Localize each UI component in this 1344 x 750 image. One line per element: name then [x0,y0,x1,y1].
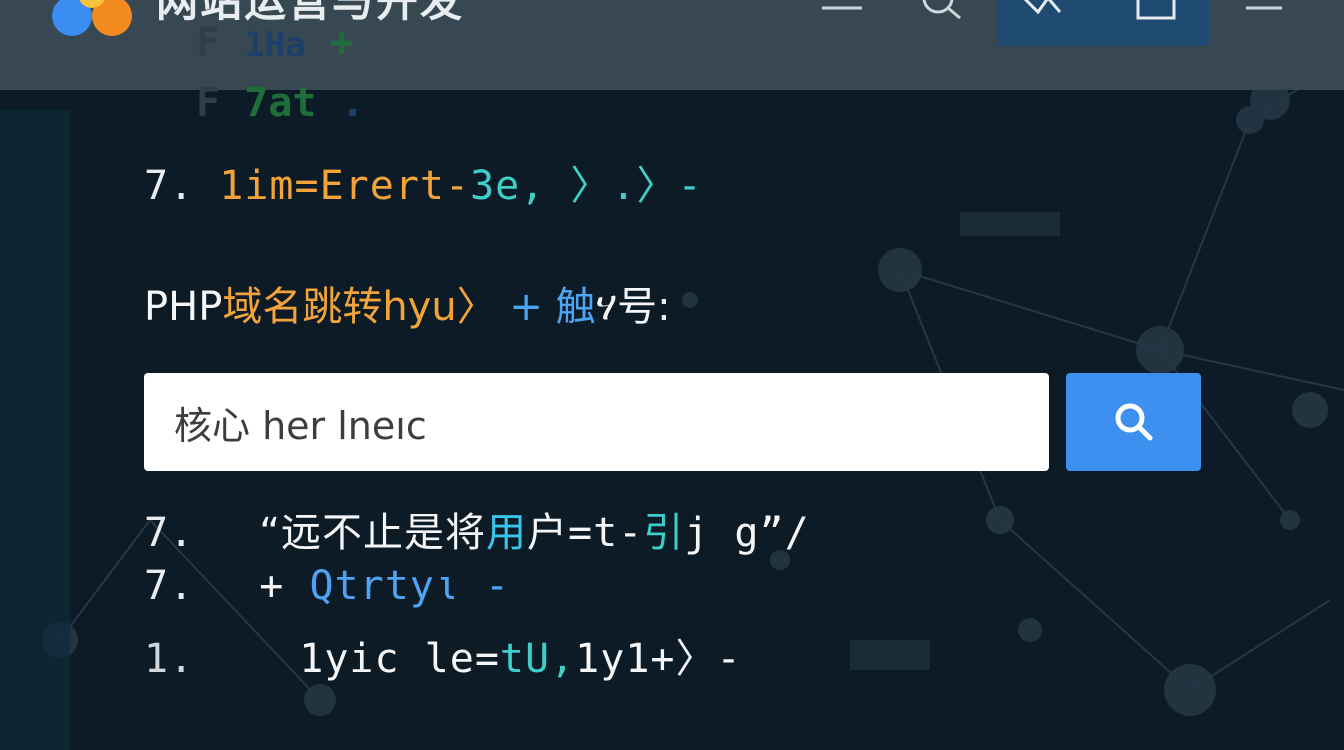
list-item: 7. + Qtrtyι - [144,563,511,609]
search-input[interactable] [144,373,1049,471]
site-logo [52,0,132,36]
code-line: 7. 1im=Erert-3e, 〉.〉- [144,163,703,209]
list-item: 7. “远不止是将用户=t-引j g”/ [144,510,810,556]
left-side-panel [0,110,70,750]
search-icon [1115,403,1152,441]
search-icon[interactable] [920,0,964,26]
hamburger-icon[interactable] [1244,0,1288,26]
list-item: 1. 1yic le=tU,1y1+〉- [144,636,742,682]
share-icon[interactable] [1018,0,1062,26]
page-heading: PHP域名跳转hyu〉 + 触ሃ号: [144,284,671,330]
minimize-icon[interactable] [820,0,864,26]
bookmark-icon[interactable] [1134,0,1178,26]
ghost-row-2: F 7at . [196,80,365,126]
ghost-row-1: F 1Ha + [196,20,354,66]
search-button[interactable] [1066,373,1201,471]
